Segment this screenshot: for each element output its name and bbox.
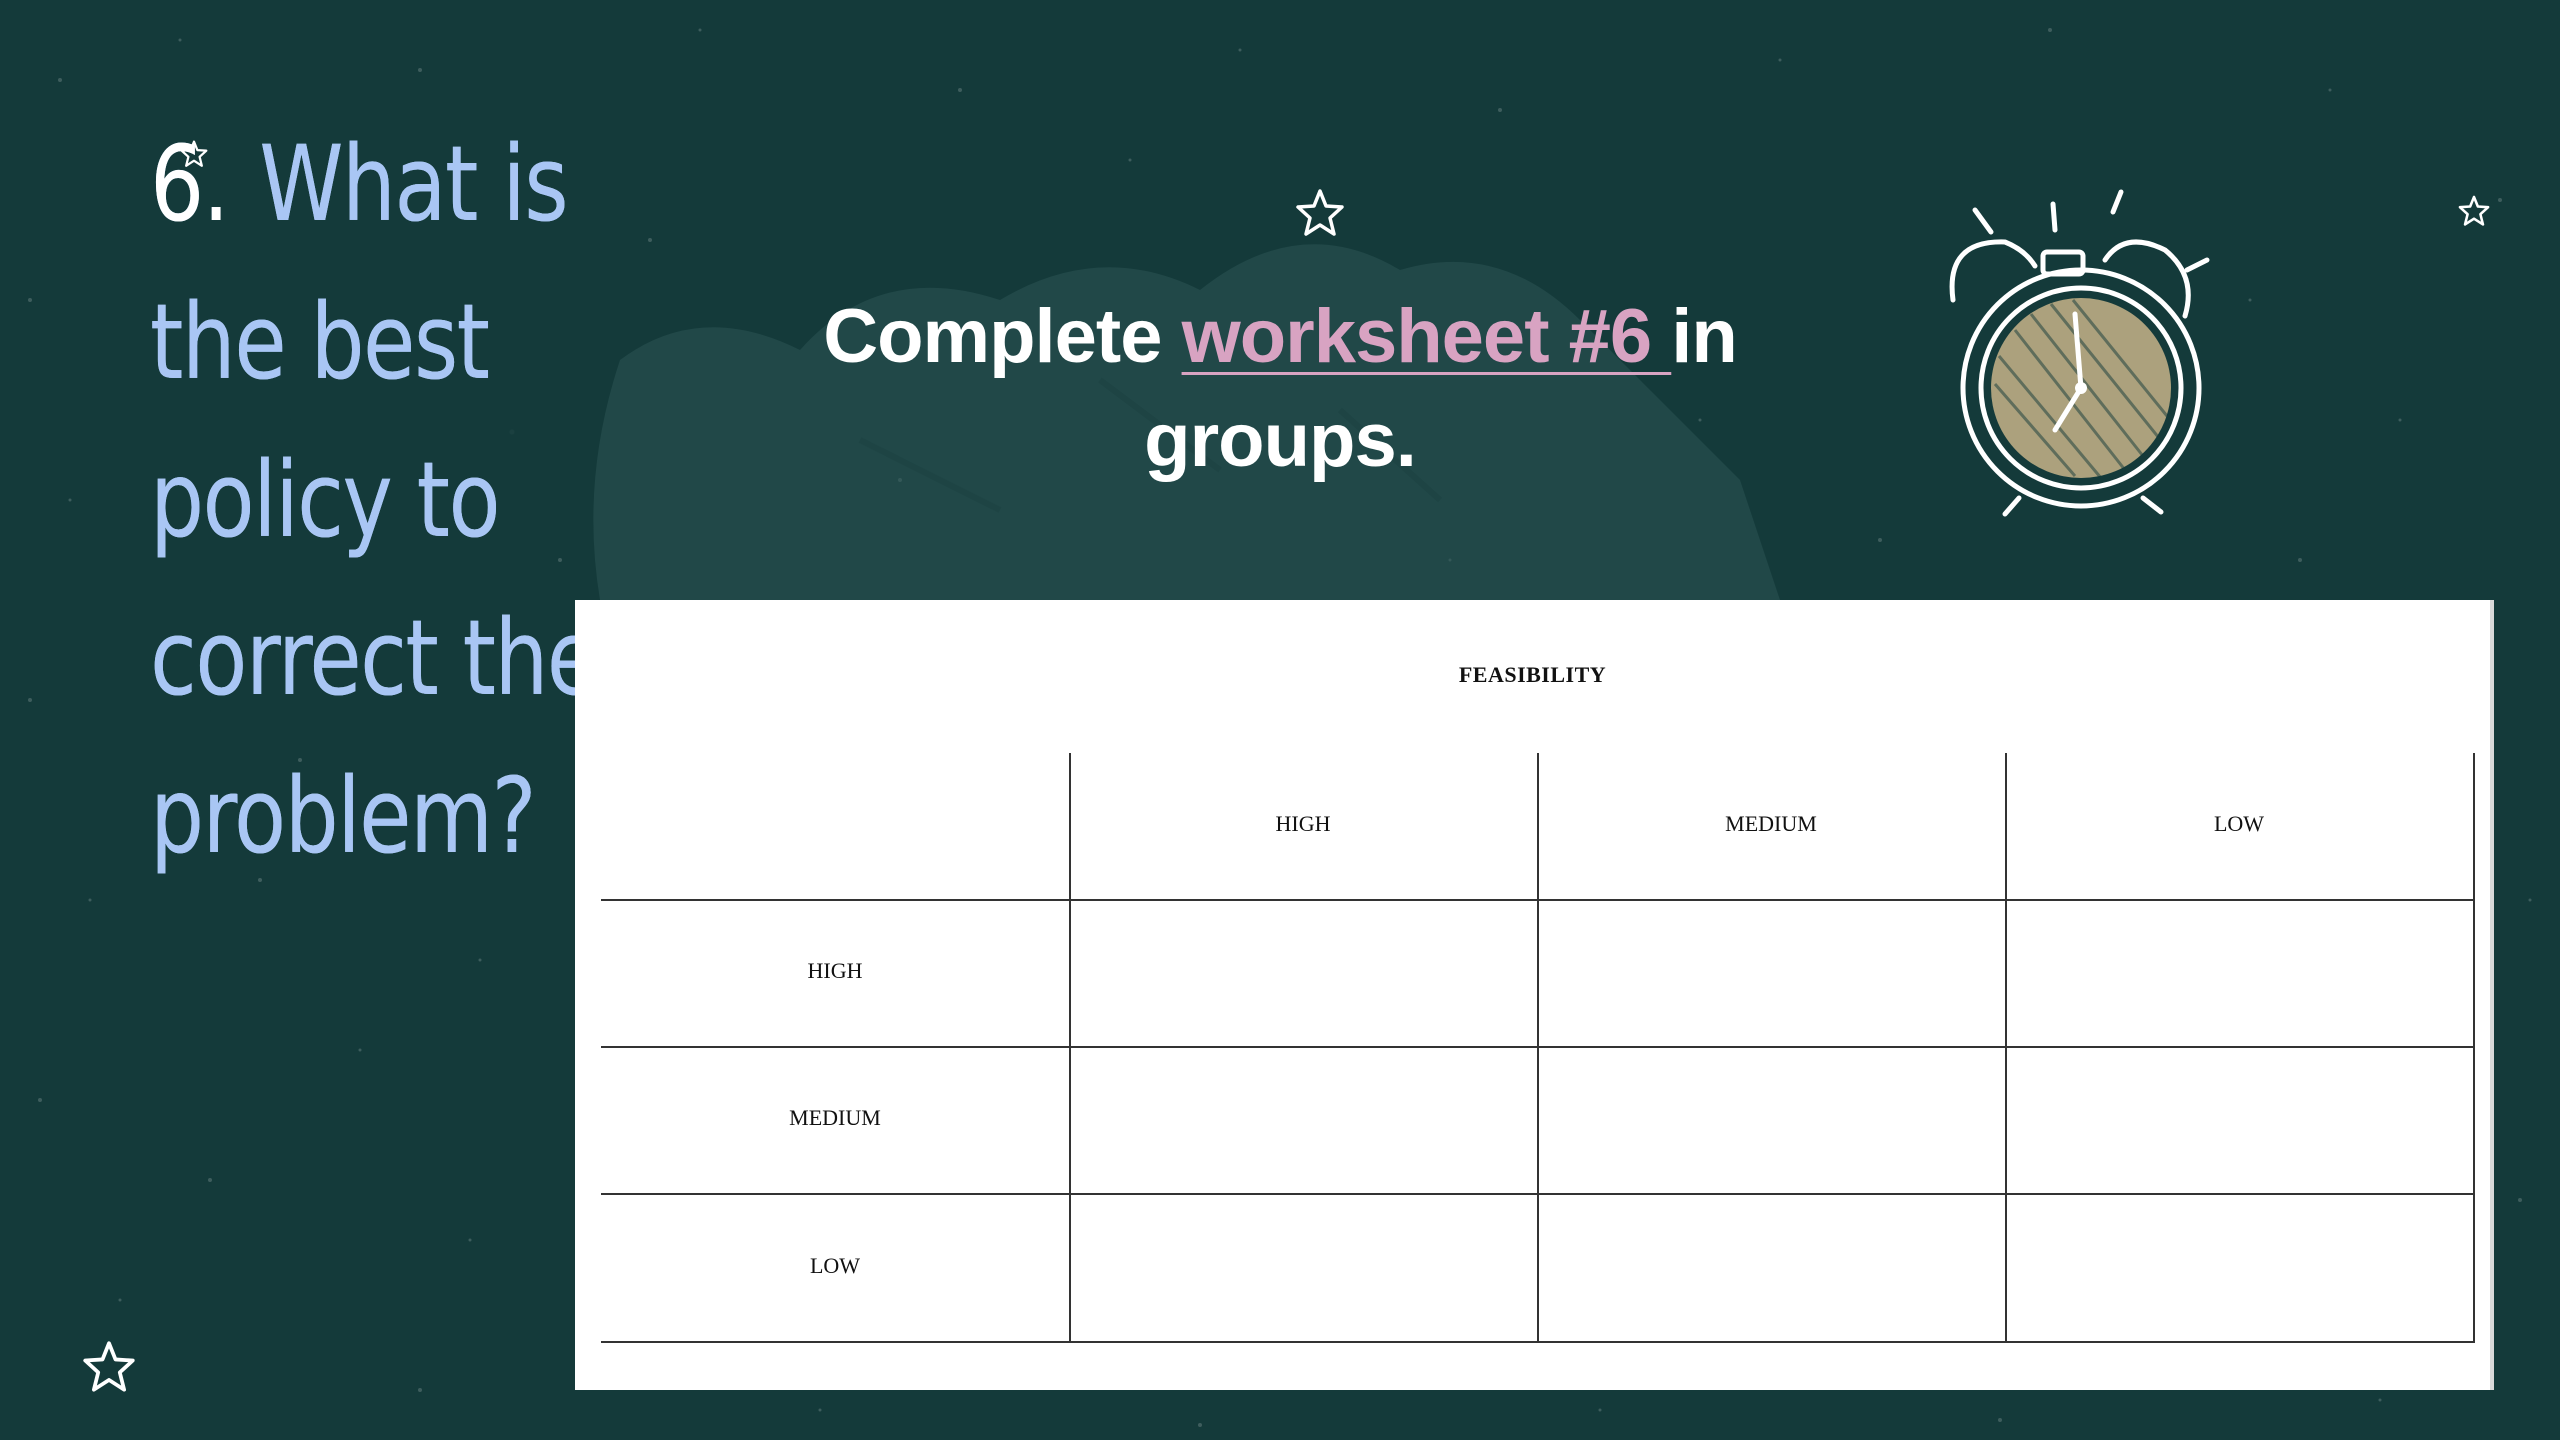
star-icon <box>180 140 208 167</box>
feasibility-worksheet: FEASIBILITY HIGH MEDIUM LOW HIGH MEDIUM … <box>575 600 2494 1390</box>
row-header-medium: MEDIUM <box>789 1105 881 1130</box>
instruction-before: Complete <box>823 294 1182 379</box>
table-cell[interactable] <box>2007 1195 2471 1339</box>
table-cell[interactable] <box>1539 1195 2003 1339</box>
grid-line <box>601 1341 2475 1343</box>
table-cell[interactable] <box>1539 1048 2003 1191</box>
slide: 6. What is the best policy to correct the… <box>0 0 2560 1440</box>
star-icon <box>2458 195 2490 226</box>
table-cell[interactable] <box>1539 901 2003 1044</box>
table-cell[interactable] <box>2007 1048 2471 1191</box>
instruction-text: Complete worksheet #6 in groups. <box>780 285 1780 493</box>
star-icon <box>1296 189 1344 236</box>
table-cell[interactable] <box>1071 1195 1535 1339</box>
table-cell[interactable] <box>1071 1048 1535 1191</box>
grid-line <box>2473 753 2475 1343</box>
row-header-low: LOW <box>809 1253 861 1278</box>
worksheet-title: FEASIBILITY <box>1458 662 1607 687</box>
star-icon <box>83 1341 135 1392</box>
column-header-medium: MEDIUM <box>1725 811 1817 836</box>
column-header-low: LOW <box>2213 811 2265 836</box>
row-header-high: HIGH <box>807 958 863 983</box>
feasibility-grid: HIGH MEDIUM LOW HIGH MEDIUM LOW <box>601 753 2475 1343</box>
table-cell[interactable] <box>1071 901 1535 1044</box>
question-heading: 6. What is the best policy to correct the… <box>150 105 642 895</box>
column-header-high: HIGH <box>1275 811 1331 836</box>
table-cell[interactable] <box>2007 901 2471 1044</box>
worksheet-link[interactable]: worksheet #6 <box>1182 294 1672 379</box>
alarm-clock-icon <box>1949 189 2210 517</box>
